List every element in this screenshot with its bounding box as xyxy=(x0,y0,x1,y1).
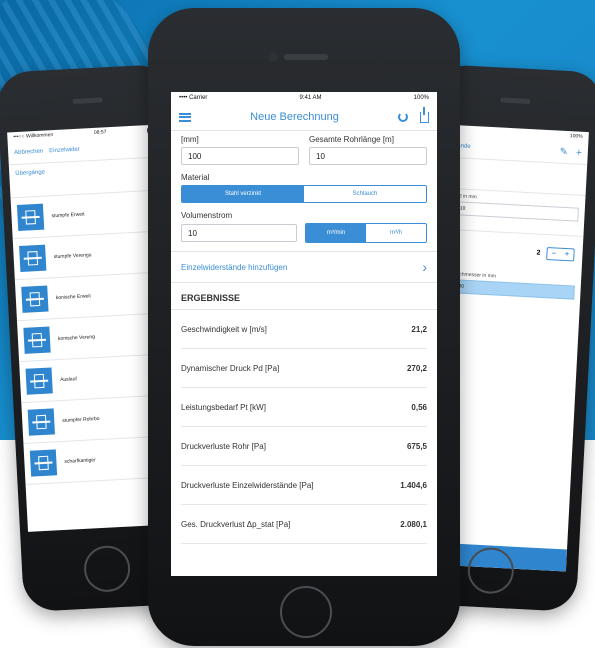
edit-icon[interactable]: ✎ xyxy=(559,146,568,157)
volumenstrom-field[interactable]: 10 xyxy=(181,224,297,242)
center-phone: •••• Carrier 9:41 AM 100% Neue Berechnun… xyxy=(148,8,460,646)
carrier-text: •••○○ Willkommen xyxy=(13,132,54,141)
list-item-label: stumpfer Rohrbo xyxy=(62,416,100,424)
unit-option-min[interactable]: m³/min xyxy=(306,224,366,242)
add-icon[interactable]: + xyxy=(576,147,582,158)
stepper-control[interactable]: − + xyxy=(546,247,575,262)
transition-icon xyxy=(29,449,58,477)
unit-option-h[interactable]: m³/h xyxy=(366,224,426,242)
home-button[interactable] xyxy=(280,586,332,638)
result-value: 270,2 xyxy=(406,363,427,373)
list-item-label: Auslauf xyxy=(59,376,77,384)
speaker xyxy=(284,54,328,60)
stepper-value: 2 xyxy=(536,249,541,257)
diameter-label: [mm] xyxy=(181,135,199,144)
results-header: ERGEBNISSE xyxy=(171,283,437,310)
speaker xyxy=(500,97,531,105)
share-icon[interactable] xyxy=(420,106,429,123)
battery-text: 100% xyxy=(569,133,583,140)
transition-icon xyxy=(27,408,55,436)
status-bar: •••• Carrier 9:41 AM 100% xyxy=(171,92,437,104)
unit-segment: m³/min m³/h xyxy=(305,223,427,243)
result-value: 675,5 xyxy=(406,441,427,451)
result-label: Leistungsbedarf Pt [kW] xyxy=(181,402,266,412)
result-row: Geschwindigkeit w [m/s] 21,2 xyxy=(181,310,427,349)
result-value: 1.404,6 xyxy=(400,480,427,490)
battery-text: 100% xyxy=(413,95,429,101)
material-segment: Stahl verzinkt Schlauch xyxy=(181,185,427,203)
transition-icon xyxy=(23,326,51,354)
cancel-button[interactable]: Abbrechen xyxy=(14,149,43,157)
result-row: Druckverluste Einzelwiderstände [Pa] 1.4… xyxy=(181,466,427,505)
result-label: Druckverluste Rohr [Pa] xyxy=(181,441,266,451)
add-resistances-label: Einzelwiderstände hinzufügen xyxy=(181,262,288,272)
nav-title: Neue Berechnung xyxy=(250,111,339,123)
transition-icon xyxy=(16,203,45,231)
result-row: Leistungsbedarf Pt [kW] 0,56 xyxy=(181,388,427,427)
list-item-label: stumpfe Verengu xyxy=(53,252,92,261)
material-label: Material xyxy=(181,173,210,182)
result-row: Ges. Druckverlust Δp_stat [Pa] 2.080,1 xyxy=(181,505,427,544)
nav-title: Einzelwider xyxy=(49,146,80,155)
transition-icon xyxy=(19,244,47,272)
minus-icon[interactable]: − xyxy=(547,248,561,260)
nav-bar: Neue Berechnung xyxy=(171,104,437,131)
camera xyxy=(268,52,278,62)
result-row: Dynamischer Druck Pd [Pa] 270,2 xyxy=(181,349,427,388)
add-resistances-row[interactable]: Einzelwiderstände hinzufügen › xyxy=(171,251,437,283)
volumenstrom-label: Volumenstrom xyxy=(181,211,233,220)
refresh-icon[interactable] xyxy=(398,112,408,122)
diameter-field[interactable]: 100 xyxy=(181,147,299,165)
result-value: 2.080,1 xyxy=(400,519,427,529)
list-item-label: konische Vereng xyxy=(57,334,96,343)
result-row: Druckverluste Rohr [Pa] 675,5 xyxy=(181,427,427,466)
speaker xyxy=(72,97,103,104)
time-text: 08:57 xyxy=(93,129,107,136)
menu-icon[interactable] xyxy=(179,112,191,122)
chevron-right-icon: › xyxy=(422,259,427,275)
result-label: Druckverluste Einzelwiderstände [Pa] xyxy=(181,480,314,490)
length-label: Gesamte Rohrlänge [m] xyxy=(309,135,394,144)
material-option-schlauch[interactable]: Schlauch xyxy=(304,186,426,202)
list-item-label: scharfkantiger xyxy=(64,457,96,465)
length-field[interactable]: 10 xyxy=(309,147,427,165)
carrier-text: •••• Carrier xyxy=(179,95,208,101)
result-value: 0,56 xyxy=(411,402,427,412)
result-label: Dynamischer Druck Pd [Pa] xyxy=(181,363,280,373)
transition-icon xyxy=(21,285,49,313)
center-screen: •••• Carrier 9:41 AM 100% Neue Berechnun… xyxy=(171,92,437,576)
result-label: Ges. Druckverlust Δp_stat [Pa] xyxy=(181,519,291,529)
home-button[interactable] xyxy=(82,544,132,593)
result-value: 21,2 xyxy=(411,324,427,334)
list-item-label: stumpfe Erweit xyxy=(51,211,85,220)
time-text: 9:41 AM xyxy=(299,95,322,101)
transition-icon xyxy=(25,367,53,395)
form: [mm] 100 Gesamte Rohrlänge [m] 10 Materi… xyxy=(171,131,437,243)
plus-icon[interactable]: + xyxy=(560,249,574,261)
list-item-label: konische Erweit xyxy=(55,293,91,302)
result-label: Geschwindigkeit w [m/s] xyxy=(181,324,267,334)
material-option-stahl[interactable]: Stahl verzinkt xyxy=(182,186,304,202)
